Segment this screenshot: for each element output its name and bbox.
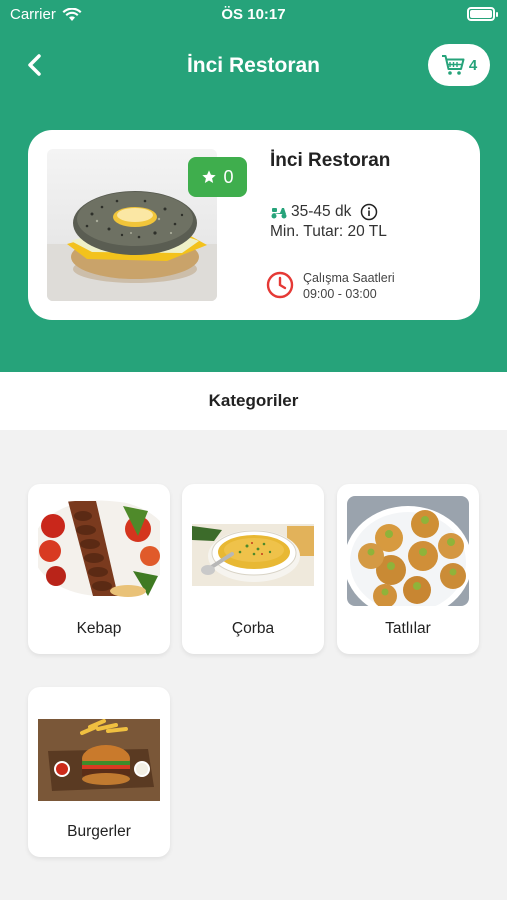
category-burgerler[interactable]: Burgerler — [28, 687, 170, 857]
category-label: Kebap — [76, 620, 122, 637]
status-bar: Carrier ÖS 10:17 — [0, 0, 507, 30]
clock-time: ÖS 10:17 — [221, 6, 286, 23]
info-icon[interactable] — [360, 203, 378, 221]
cart-button[interactable]: 4 — [428, 44, 490, 86]
battery-icon — [467, 7, 498, 21]
category-label: Tatlılar — [385, 620, 431, 637]
category-image — [192, 496, 314, 606]
category-kebap[interactable]: Kebap — [28, 484, 170, 654]
category-label: Burgerler — [67, 823, 131, 840]
working-hours-value: 09:00 - 03:00 — [303, 287, 377, 301]
star-icon — [202, 170, 217, 183]
category-image — [38, 699, 160, 809]
category-image — [347, 496, 469, 606]
restaurant-card: 0 İnci Restoran 35-45 dk Min. Tutar: 20 … — [28, 130, 480, 320]
header: Carrier ÖS 10:17 İnci Restoran 4 0 İnci … — [0, 0, 507, 372]
min-amount: Min. Tutar: 20 TL — [270, 223, 387, 240]
clock-icon — [266, 271, 294, 299]
category-image — [38, 496, 160, 606]
category-tatlilar[interactable]: Tatlılar — [337, 484, 479, 654]
working-hours: Çalışma Saatleri 09:00 - 03:00 — [303, 270, 395, 302]
restaurant-name: İnci Restoran — [270, 150, 391, 171]
delivery-time-row: 35-45 dk — [270, 203, 378, 221]
rating-badge: 0 — [188, 157, 247, 197]
category-corba[interactable]: Çorba — [182, 484, 324, 654]
cart-icon — [441, 55, 465, 75]
delivery-time: 35-45 dk — [291, 203, 352, 220]
category-label: Çorba — [231, 620, 275, 637]
categories-title: Kategoriler — [0, 372, 507, 430]
working-hours-label: Çalışma Saatleri — [303, 271, 395, 285]
scooter-icon — [271, 208, 287, 219]
rating-value: 0 — [223, 166, 234, 187]
cart-count: 4 — [468, 56, 478, 74]
